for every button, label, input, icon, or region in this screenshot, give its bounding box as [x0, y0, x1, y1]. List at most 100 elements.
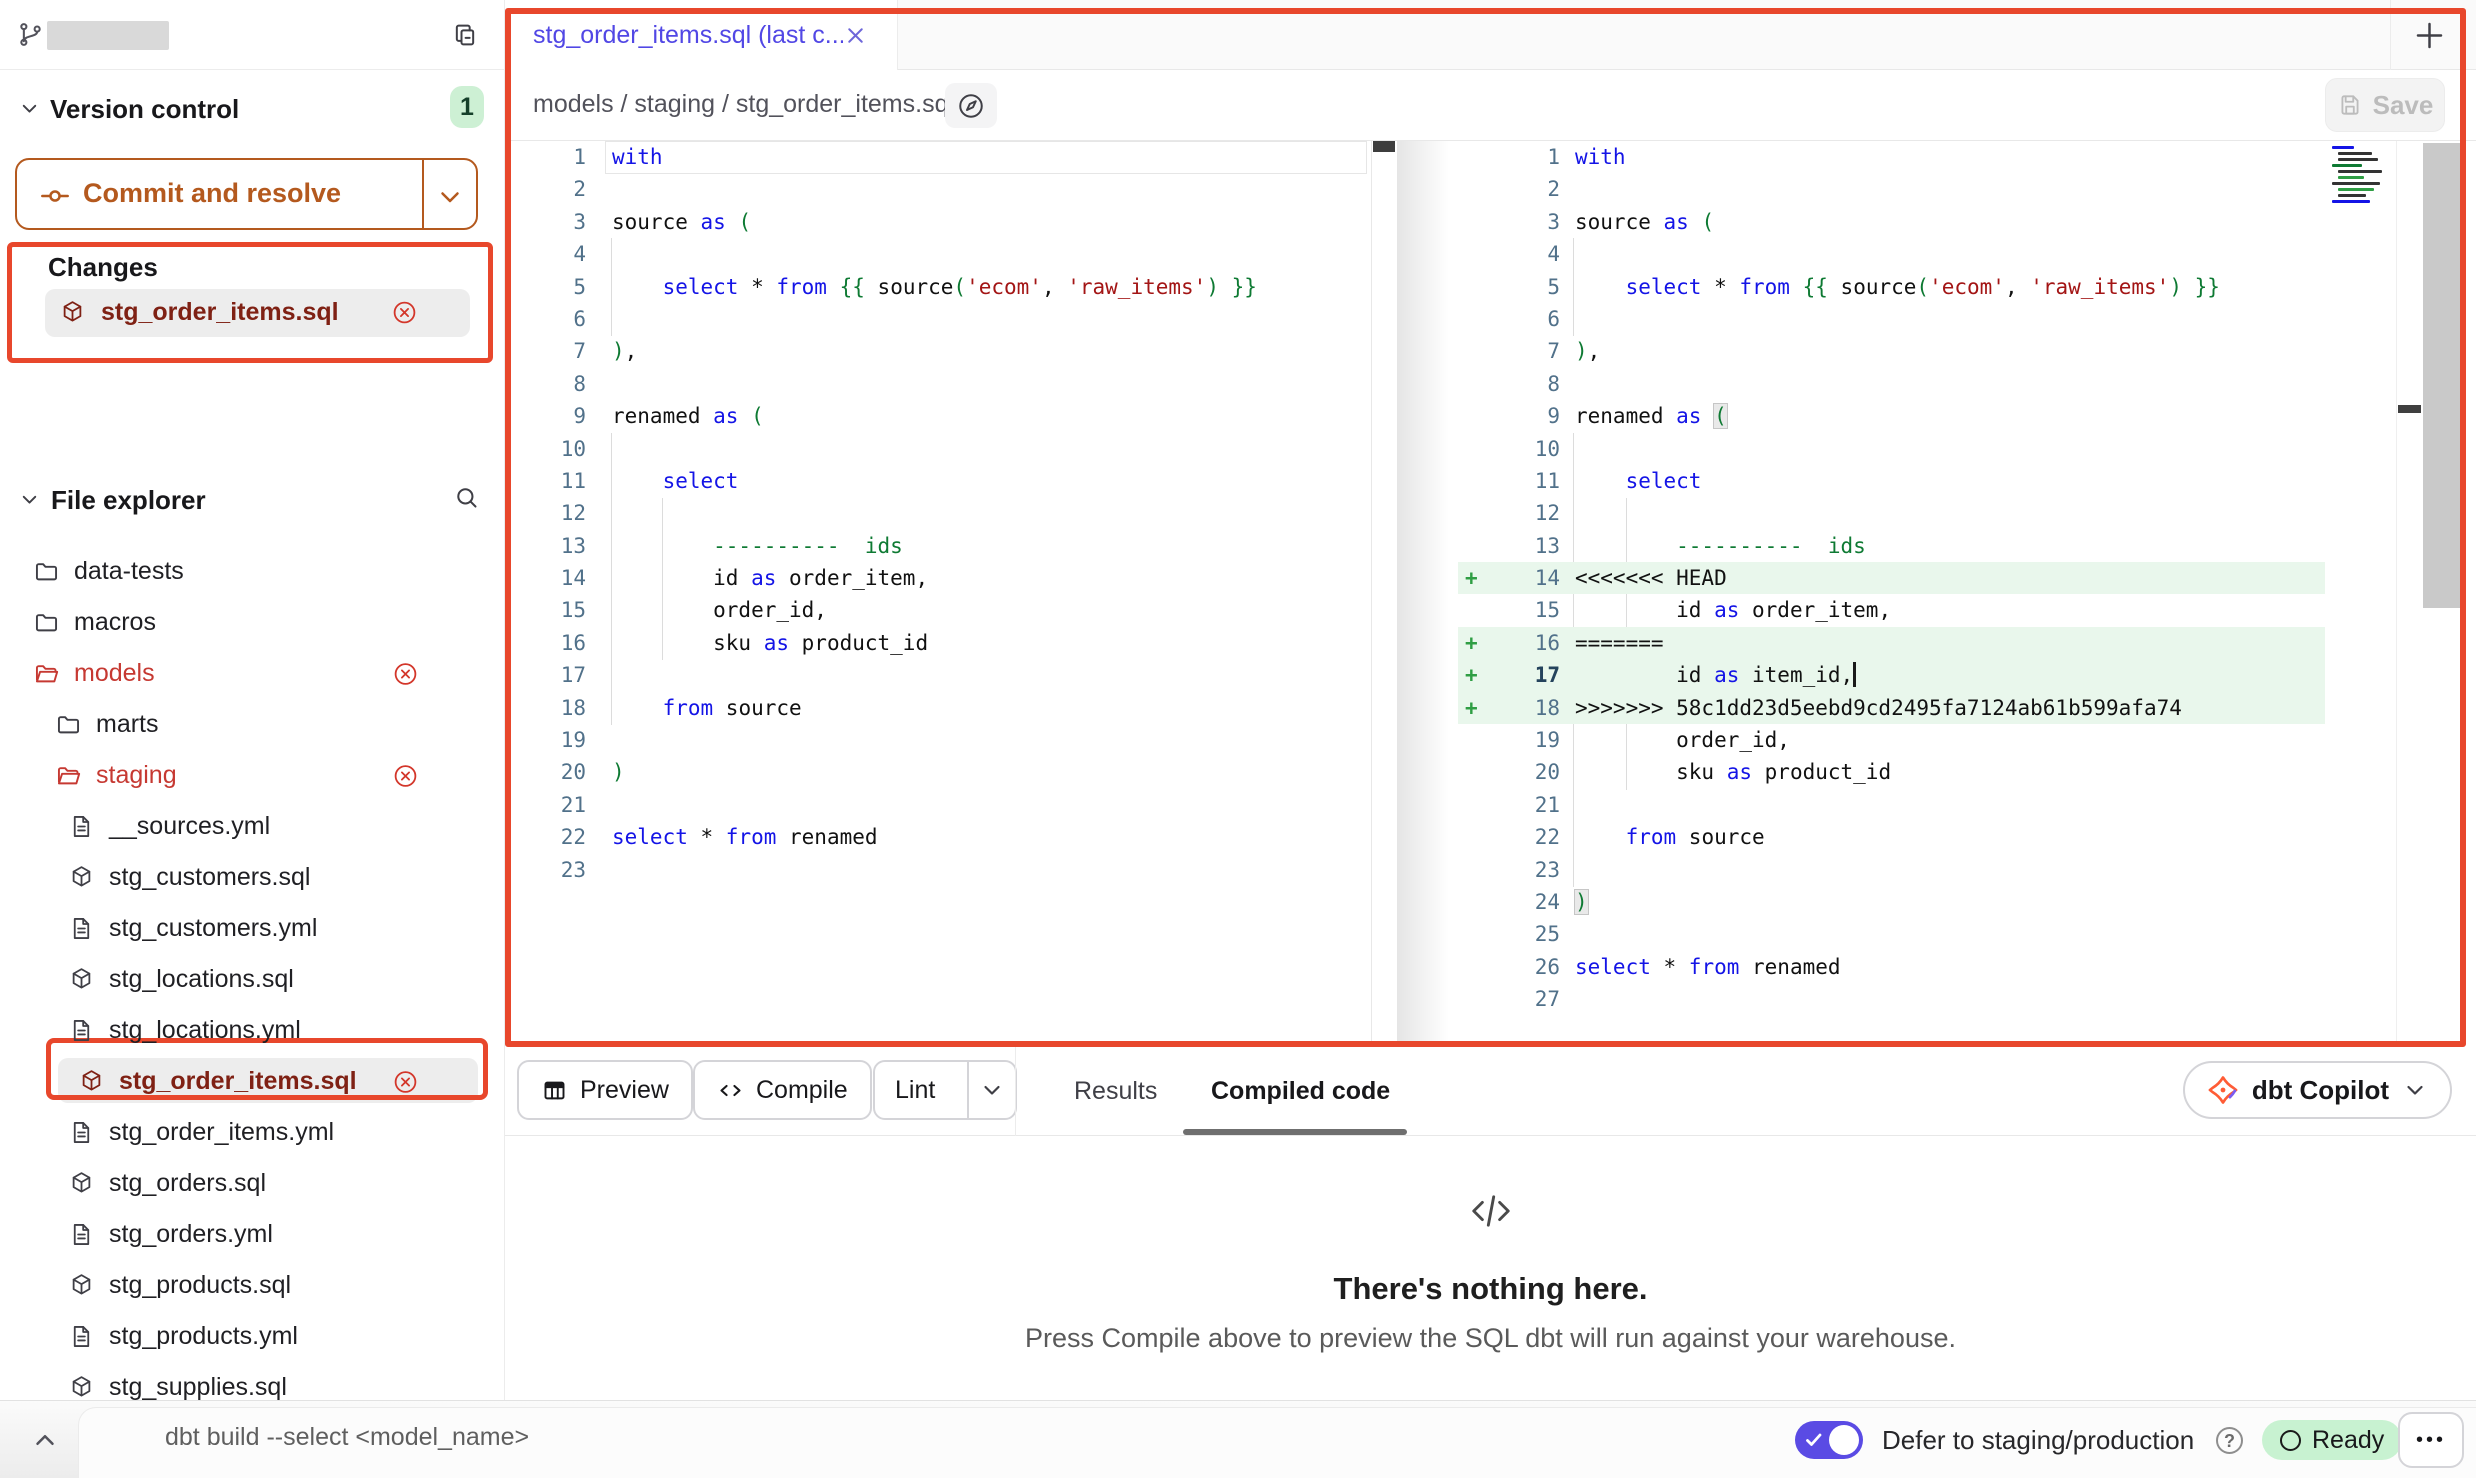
file-tree-item[interactable]: stg_order_items.yml [0, 1107, 504, 1158]
chevron-down-icon[interactable] [435, 182, 465, 212]
left-scrollbar-thumb[interactable] [1373, 141, 1395, 152]
line-number: 16 [1488, 627, 1560, 659]
diff-added-marker: + [1458, 562, 1488, 594]
breadcrumb-row: models / staging / stg_order_items.sql S… [505, 70, 2476, 141]
sidebar: Version control 1 Commit and resolve Cha… [0, 0, 505, 1400]
line-number: 8 [1488, 368, 1560, 400]
line-number: 9 [1488, 400, 1560, 432]
file-name: stg_locations.yml [109, 1016, 301, 1045]
ready-label: Ready [2312, 1426, 2384, 1455]
dbt-copilot-button[interactable]: dbt Copilot [2183, 1061, 2452, 1119]
file-tree-item[interactable]: stg_customers.sql [0, 852, 504, 903]
line-number: 3 [505, 206, 586, 238]
file-tree-item[interactable]: stg_products.sql [0, 1260, 504, 1311]
tab-results[interactable]: Results [1074, 1047, 1157, 1136]
line-number: 5 [505, 271, 586, 303]
line-number: 9 [505, 400, 586, 432]
compile-button[interactable]: Compile [693, 1060, 872, 1120]
folder-icon [33, 558, 60, 585]
file-tree-item[interactable]: __sources.yml [0, 801, 504, 852]
line-number: 11 [505, 465, 586, 497]
preview-button[interactable]: Preview [517, 1060, 693, 1120]
editor-scrollbar[interactable] [2423, 143, 2466, 608]
line-number: 2 [1488, 173, 1560, 205]
more-options-button[interactable]: ••• [2398, 1412, 2464, 1468]
overview-ruler-divider [2396, 141, 2397, 1047]
file-name: __sources.yml [109, 812, 270, 841]
commit-icon [39, 180, 71, 212]
command-input[interactable]: dbt build --select <model_name> [165, 1423, 529, 1452]
line-number: 5 [1488, 271, 1560, 303]
code-line: 4 [1458, 238, 2325, 270]
lineage-button[interactable] [945, 83, 997, 128]
line-number: 4 [1488, 238, 1560, 270]
code-line: 3source as ( [1458, 206, 2325, 238]
file-name: stg_order_items.yml [109, 1118, 334, 1147]
file-tree-item[interactable]: marts [0, 699, 504, 750]
commit-and-resolve-button[interactable]: Commit and resolve [15, 158, 478, 230]
line-number: 13 [505, 530, 586, 562]
code-pane-right[interactable]: 1with23source as (45 select * from {{ so… [1458, 141, 2325, 1016]
file-tree-item[interactable]: stg_locations.sql [0, 954, 504, 1005]
code-line: 10 [1458, 433, 2325, 465]
lint-split-button[interactable]: Lint [873, 1060, 1017, 1120]
conflict-x-icon[interactable] [392, 1068, 419, 1095]
diff-added-marker [1458, 238, 1488, 270]
file-tree-item[interactable]: data-tests [0, 546, 504, 597]
file-tree-item[interactable]: stg_order_items.sql [0, 1056, 504, 1107]
file-tree-item[interactable]: stg_orders.sql [0, 1158, 504, 1209]
diff-added-marker [1458, 368, 1488, 400]
lint-dropdown[interactable] [967, 1062, 1015, 1118]
file-tree-item[interactable]: stg_orders.yml [0, 1209, 504, 1260]
new-tab-plus-icon[interactable] [2411, 17, 2448, 54]
copy-icon[interactable] [451, 21, 479, 49]
file-name: staging [96, 761, 177, 790]
code-line: +17 id as item_id, [1458, 659, 2325, 691]
defer-toggle[interactable] [1795, 1421, 1863, 1459]
chevron-up-icon[interactable] [30, 1425, 60, 1455]
toolbar-separator [1015, 1047, 1016, 1136]
chevron-down-icon[interactable] [18, 488, 41, 511]
line-number: 3 [1488, 206, 1560, 238]
line-number: 18 [505, 692, 586, 724]
model-icon [68, 966, 95, 993]
chevron-down-icon[interactable] [18, 97, 41, 120]
help-icon[interactable]: ? [2216, 1427, 2243, 1454]
diff-editor[interactable]: 1with23source as (45 select * from {{ so… [505, 141, 2476, 1047]
file-tree-item[interactable]: macros [0, 597, 504, 648]
conflict-x-icon[interactable] [392, 660, 419, 687]
file-tree-item[interactable]: stg_customers.yml [0, 903, 504, 954]
code-pane-left[interactable]: 1with23source as (45 select * from {{ so… [505, 141, 1371, 886]
minimap[interactable] [2328, 143, 2392, 201]
changed-file-item[interactable]: stg_order_items.sql [45, 289, 470, 337]
compass-icon [956, 91, 986, 121]
conflict-x-icon[interactable] [392, 762, 419, 789]
code-line: 25 [1458, 918, 2325, 950]
tab-stg-order-items[interactable]: stg_order_items.sql (last c... [505, 0, 898, 70]
file-name: stg_locations.sql [109, 965, 294, 994]
file-name: stg_products.yml [109, 1322, 298, 1351]
line-number: 1 [505, 141, 586, 173]
search-icon[interactable] [453, 484, 480, 511]
code-line: 4 [505, 238, 1371, 270]
file-tree-item[interactable]: models [0, 648, 504, 699]
code-line: 5 select * from {{ source('ecom', 'raw_i… [505, 271, 1371, 303]
file-tree-item[interactable]: stg_supplies.sql [0, 1362, 504, 1400]
save-button[interactable]: Save [2325, 78, 2445, 132]
conflict-x-icon[interactable] [391, 299, 418, 326]
tab-compiled-code[interactable]: Compiled code [1211, 1047, 1390, 1136]
lint-label[interactable]: Lint [875, 1062, 955, 1118]
code-line: 10 [505, 433, 1371, 465]
code-empty-icon [1464, 1188, 1518, 1234]
file-tree-item[interactable]: stg_locations.yml [0, 1005, 504, 1056]
file-tree-item[interactable]: stg_products.yml [0, 1311, 504, 1362]
line-number: 15 [1488, 594, 1560, 626]
version-control-title: Version control [50, 94, 239, 125]
status-ready-badge[interactable]: Ready [2262, 1420, 2402, 1460]
line-number: 23 [1488, 854, 1560, 886]
code-line: 24) [1458, 886, 2325, 918]
diff-added-marker [1458, 465, 1488, 497]
close-icon[interactable] [843, 23, 868, 48]
code-line: 26select * from renamed [1458, 951, 2325, 983]
file-tree-item[interactable]: staging [0, 750, 504, 801]
